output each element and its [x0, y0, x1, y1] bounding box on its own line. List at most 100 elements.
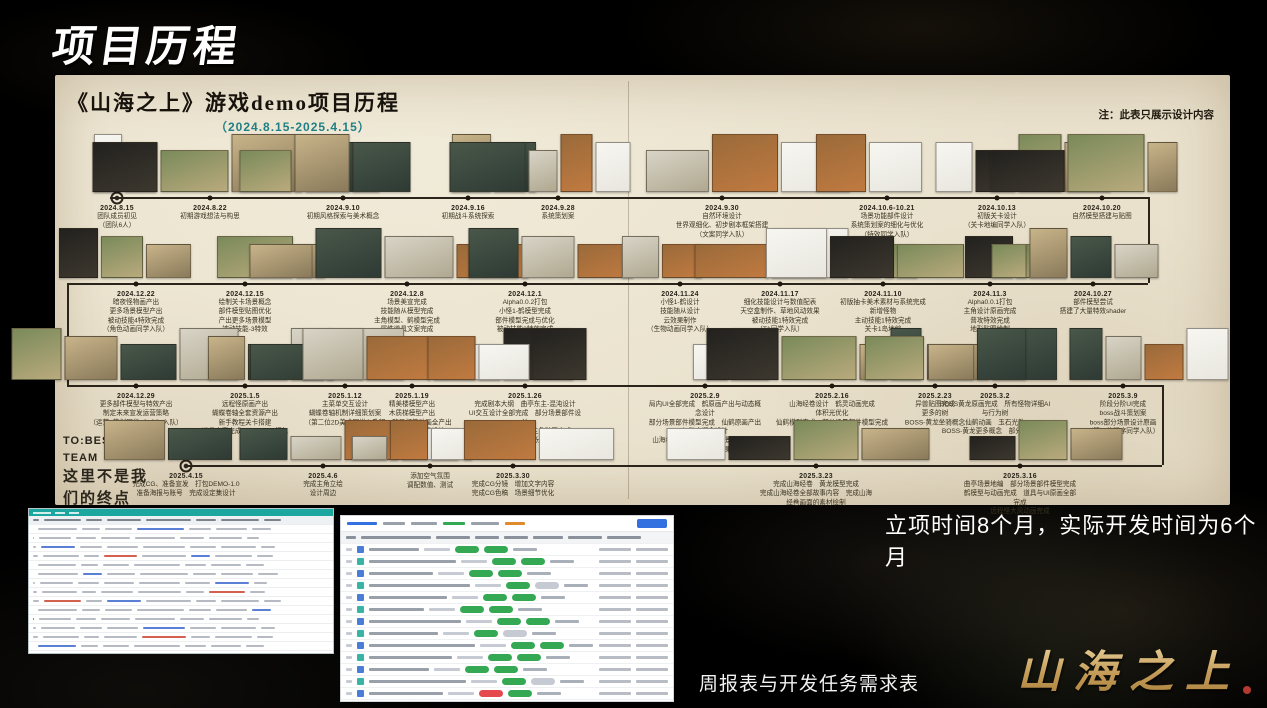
- thumbnail-placeholder: [295, 134, 350, 192]
- task-sub: [461, 560, 487, 563]
- sheet-row: [29, 561, 333, 570]
- date-cell: [636, 620, 668, 623]
- task-row: [341, 664, 673, 676]
- thumbnail-placeholder: [121, 344, 177, 380]
- header-cell: [436, 536, 470, 539]
- sheet-cell-text: [107, 600, 141, 603]
- thumbnail-placeholder: [667, 428, 726, 460]
- sheet-cell-text: [216, 609, 247, 612]
- timeline-entry-label: 2024.8.22初期游戏想法与构思: [154, 204, 266, 221]
- timeline-entry-date: 2025.3.9: [1067, 392, 1179, 400]
- task-name: [369, 668, 429, 671]
- sheet-row: [29, 633, 333, 642]
- thumbnail-placeholder: [936, 142, 973, 192]
- status-pill: [540, 642, 564, 649]
- task-sub: [448, 692, 474, 695]
- sheet-cell-text: [191, 555, 210, 558]
- owner-cell: [513, 548, 537, 551]
- date-cell: [599, 608, 631, 611]
- timeline-entry-date: 2025.1.5: [189, 392, 301, 400]
- thumbnail-placeholder: [1187, 328, 1229, 380]
- date-cell: [636, 644, 668, 647]
- status-pill: [517, 654, 541, 661]
- timeline-entry-date: 2024.8.22: [154, 204, 266, 212]
- sheet-row: [29, 552, 333, 561]
- row-index: [346, 572, 352, 575]
- date-cell: [599, 644, 631, 647]
- sheet-cell-text: [76, 537, 96, 540]
- date-cell: [636, 656, 668, 659]
- sheet-cell-text: [135, 618, 175, 621]
- timeline-entry-label: 2024.12.22暗夜怪物画产出 更多场景模型产出 被动技能4特效完成 （角色…: [80, 290, 192, 334]
- sheet-cell-text: [211, 564, 241, 567]
- page-title: 项目历程: [49, 12, 246, 74]
- thumbnail-cluster: [766, 230, 964, 278]
- toolbar-tab: [471, 522, 499, 525]
- thumbnail-placeholder: [240, 428, 288, 460]
- timeline-node: [1121, 384, 1126, 389]
- timeline-entry-label: 2025.3.30完成CG分镜 增加文字内容 完成CG色稿 场景细节优化: [457, 472, 569, 498]
- date-cell: [636, 692, 668, 695]
- thumbnail-cluster: [970, 422, 1123, 460]
- thumbnail-placeholder: [1071, 236, 1112, 278]
- thumbnail-placeholder: [469, 228, 519, 278]
- poster-title: 《山海之上》游戏demo项目历程: [67, 87, 400, 117]
- sheet-cell-text: [105, 528, 132, 531]
- sheet-cell-text: [107, 546, 138, 549]
- timeline-node: [321, 464, 326, 469]
- task-name: [369, 584, 470, 587]
- timeline-node: [995, 196, 1000, 201]
- title-bar-text: [55, 512, 65, 514]
- sheet-cell-text: [252, 528, 271, 531]
- thumbnail-cluster: [1070, 330, 1229, 380]
- date-cell: [599, 560, 631, 563]
- sheet-row: [29, 597, 333, 606]
- date-cell: [599, 680, 631, 683]
- thumbnail-placeholder: [208, 336, 245, 380]
- sheet-cell-text: [38, 528, 77, 531]
- task-name: [369, 548, 419, 551]
- sheet-cell-text: [33, 546, 36, 549]
- thumbnail-placeholder: [897, 244, 964, 278]
- timeline-entry-label: 2025.3.23完成山海经卷 黄龙模型完成 完成山海经卷全部故事内容 完成山海…: [760, 472, 872, 507]
- sheet-cell-text: [146, 519, 191, 522]
- sheet-cell-text: [78, 582, 99, 585]
- timeline-entry-date: 2024.10.13: [941, 204, 1053, 212]
- sheet-cell-text: [146, 600, 191, 603]
- sheet-cell-text: [196, 519, 216, 522]
- timeline-node: [134, 384, 139, 389]
- sheet-cell-text: [101, 537, 130, 540]
- date-cell: [599, 584, 631, 587]
- sheet-cell-text: [105, 609, 132, 612]
- timeline-node: [678, 282, 683, 287]
- timeline-node: [428, 464, 433, 469]
- sheet-cell-text: [42, 591, 77, 594]
- owner-cell: [523, 668, 547, 671]
- task-row: [341, 652, 673, 664]
- doc-icon: [357, 642, 364, 649]
- header-cell: [504, 536, 528, 539]
- sheet-cell-text: [246, 645, 264, 648]
- timeline-entry-label: 2024.10.20自然模型搭建与贴图: [1046, 204, 1158, 221]
- date-cell: [599, 596, 631, 599]
- sheet-cell-text: [107, 573, 135, 576]
- timeline-node: [511, 464, 516, 469]
- timeline-entry-date: 2024.12.22: [80, 290, 192, 298]
- task-sub: [443, 632, 469, 635]
- status-pill: [535, 582, 559, 589]
- owner-cell: [532, 632, 556, 635]
- sheet-row: [29, 651, 333, 654]
- timeline-row-line: [67, 283, 1148, 285]
- task-sub: [452, 596, 478, 599]
- date-cell: [599, 548, 631, 551]
- timeline-node: [243, 384, 248, 389]
- sheet-cell-text: [196, 600, 216, 603]
- sheet-cell-text: [193, 573, 216, 576]
- thumbnail-placeholder: [729, 436, 791, 460]
- thumbnail-cluster: [240, 136, 411, 192]
- timeline-entry-date: 2024.10.6-10.21: [831, 204, 943, 212]
- doc-icon: [357, 546, 364, 553]
- task-name: [369, 632, 438, 635]
- timeline-entry-date: 2025.2.9: [649, 392, 761, 400]
- task-row: [341, 640, 673, 652]
